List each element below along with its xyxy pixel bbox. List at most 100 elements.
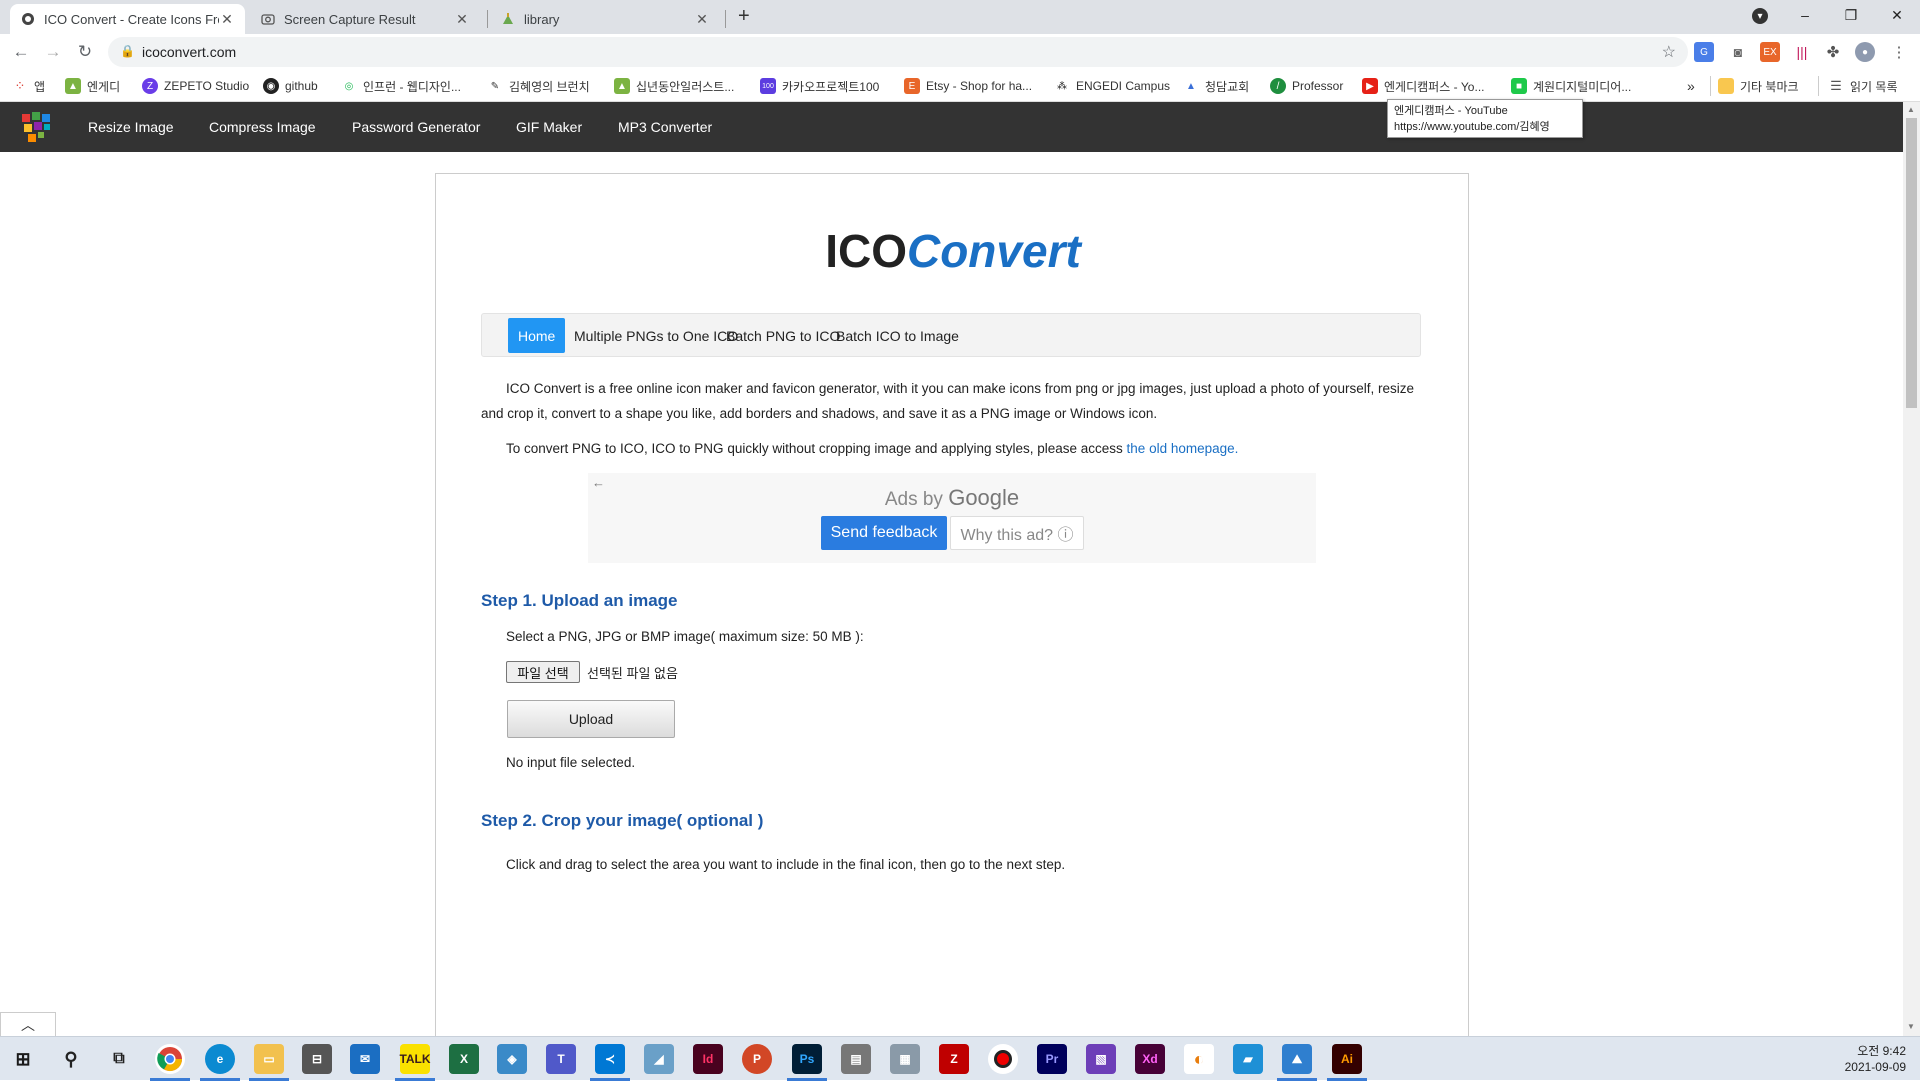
nav-resize-image[interactable]: Resize Image <box>88 119 174 135</box>
blender-icon[interactable]: ◐ <box>1184 1044 1214 1074</box>
nav-gif-maker[interactable]: GIF Maker <box>516 119 582 135</box>
store-icon[interactable]: ⊟ <box>302 1044 332 1074</box>
bookmark-item[interactable]: ▲ 청담교회 <box>1183 76 1249 96</box>
forward-arrow-icon[interactable]: → <box>41 40 65 64</box>
tab-search-icon[interactable]: ▾ <box>1752 8 1768 24</box>
clock-date: 2021-09-09 <box>1844 1060 1906 1074</box>
bookmark-item[interactable]: ⁂ ENGEDI Campus <box>1054 76 1170 96</box>
edge-taskbar-icon[interactable]: e <box>205 1044 235 1074</box>
scroll-up-arrow-icon[interactable]: ▲ <box>1907 105 1915 114</box>
app-icon[interactable]: ◢ <box>644 1044 674 1074</box>
file-explorer-icon[interactable]: ▭ <box>254 1044 284 1074</box>
tab-screen-capture[interactable]: Screen Capture Result ✕ <box>250 4 480 34</box>
search-icon[interactable]: ⚲ <box>56 1044 86 1074</box>
site-logo[interactable] <box>20 110 54 144</box>
app-icon[interactable]: ▤ <box>841 1044 871 1074</box>
old-homepage-link[interactable]: the old homepage. <box>1127 441 1239 456</box>
choose-file-button[interactable]: 파일 선택 <box>506 661 580 683</box>
close-window-button[interactable]: ✕ <box>1874 0 1920 30</box>
mail-icon[interactable]: ✉ <box>350 1044 380 1074</box>
bookmark-label: 카카오프로젝트100 <box>782 79 880 94</box>
xd-icon[interactable]: Xd <box>1135 1044 1165 1074</box>
premiere-icon[interactable]: Pr <box>1037 1044 1067 1074</box>
puzzle-extension-icon[interactable]: ✤ <box>1823 42 1843 62</box>
nav-password-generator[interactable]: Password Generator <box>352 119 480 135</box>
bookmark-item[interactable]: / Professor <box>1270 76 1343 96</box>
restore-button[interactable]: ❐ <box>1828 0 1874 30</box>
nav-compress-image[interactable]: Compress Image <box>209 119 316 135</box>
back-arrow-icon[interactable]: ← <box>9 40 33 64</box>
chevron-up-icon[interactable]: ︿ <box>0 1012 56 1036</box>
indesign-icon[interactable]: Id <box>693 1044 723 1074</box>
bookmark-item[interactable]: ◉ github <box>263 76 318 96</box>
outlook-icon[interactable]: ◈ <box>497 1044 527 1074</box>
bookmark-label: 인프런 - 웹디자인... <box>363 79 461 94</box>
calculator-icon[interactable]: ▦ <box>890 1044 920 1074</box>
bookmark-item[interactable]: 100 카카오프로젝트100 <box>760 76 879 96</box>
windows-start-icon[interactable]: ⊞ <box>8 1044 38 1074</box>
upload-button[interactable]: Upload <box>507 700 675 738</box>
photos-icon[interactable]: ⛰ <box>1282 1044 1312 1074</box>
powerpoint-icon[interactable]: P <box>742 1044 772 1074</box>
reload-icon[interactable]: ↻ <box>73 40 97 64</box>
bookmark-item[interactable]: ✎ 김혜영의 브런치 <box>487 76 590 96</box>
sub-navigation: Home Multiple PNGs to One ICO Batch PNG … <box>481 313 1421 357</box>
profile-avatar[interactable]: ● <box>1855 42 1875 62</box>
teams-icon[interactable]: T <box>546 1044 576 1074</box>
task-view-icon[interactable]: ⧉ <box>104 1044 134 1074</box>
minimize-button[interactable]: – <box>1782 0 1828 30</box>
photoshop-icon[interactable]: Ps <box>792 1044 822 1074</box>
bookmark-item[interactable]: ⁘ 앱 <box>12 76 45 96</box>
tab-batch-ico-to-image[interactable]: Batch ICO to Image <box>826 318 969 353</box>
bookmark-star-icon[interactable]: ☆ <box>1662 42 1676 62</box>
app-icon[interactable]: ▰ <box>1233 1044 1263 1074</box>
kakaotalk-icon[interactable]: TALK <box>399 1044 431 1074</box>
kebab-menu-icon[interactable]: ⋮ <box>1889 42 1909 62</box>
scrollbar-thumb[interactable] <box>1906 118 1917 408</box>
other-bookmarks-folder[interactable]: 기타 북마크 <box>1718 76 1799 96</box>
brand-part-convert: Convert <box>906 225 1081 277</box>
bookmark-item[interactable]: ▲ 엔게디 <box>65 76 120 96</box>
tab-library[interactable]: library ✕ <box>490 4 720 34</box>
bookmark-label: 읽기 목록 <box>1850 79 1898 94</box>
bookmark-tooltip: 엔게디캠퍼스 - YouTube https://www.youtube.com… <box>1387 99 1583 138</box>
bookmark-item[interactable]: ◎ 인프런 - 웹디자인... <box>341 76 461 96</box>
bookmark-label: 김혜영의 브런치 <box>509 79 590 94</box>
ads-by-text: Ads by <box>884 489 943 510</box>
barcode-extension-icon[interactable]: ||| <box>1792 42 1812 62</box>
why-this-ad-button[interactable]: Why this ad? ⓘ <box>950 516 1084 550</box>
system-clock[interactable]: 오전 9:42 2021-09-09 <box>1845 1043 1906 1075</box>
excel-icon[interactable]: X <box>449 1044 479 1074</box>
bookmark-item[interactable]: ■ 계원디지털미디어... <box>1511 76 1631 96</box>
send-feedback-button[interactable]: Send feedback <box>821 516 947 550</box>
page-scrollbar[interactable]: ▲ ▼ <box>1903 102 1920 1036</box>
bookmark-item[interactable]: ▲ 십년동안일러스트... <box>614 76 734 96</box>
camera-icon <box>260 11 276 27</box>
close-tab-icon[interactable]: ✕ <box>694 11 710 28</box>
more-bookmarks-button[interactable]: » <box>1687 76 1695 96</box>
reading-list-button[interactable]: ☰ 읽기 목록 <box>1828 76 1898 96</box>
bookmark-item[interactable]: ▶ 엔게디캠퍼스 - Yo... <box>1362 76 1484 96</box>
nav-mp3-converter[interactable]: MP3 Converter <box>618 119 712 135</box>
chrome-taskbar-icon[interactable] <box>155 1044 185 1074</box>
translate-extension-icon[interactable]: G <box>1694 42 1714 62</box>
vscode-icon[interactable]: ≺ <box>595 1044 625 1074</box>
tab-ico-convert[interactable]: ICO Convert - Create Icons From ✕ <box>10 4 245 34</box>
tab-title: library <box>524 11 560 27</box>
windows-taskbar: ⊞ ⚲ ⧉ e ▭ ⊟ ✉ TALK X ◈ T ≺ ◢ Id P Ps ▤ ▦… <box>0 1036 1920 1081</box>
illustrator-icon[interactable]: Ai <box>1332 1044 1362 1074</box>
close-tab-icon[interactable]: ✕ <box>219 11 235 28</box>
close-tab-icon[interactable]: ✕ <box>454 11 470 28</box>
recorder-icon[interactable] <box>988 1044 1018 1074</box>
address-bar[interactable]: 🔒 icoconvert.com ☆ <box>108 37 1688 67</box>
scroll-down-arrow-icon[interactable]: ▼ <box>1907 1022 1915 1031</box>
bookmark-item[interactable]: E Etsy - Shop for ha... <box>904 76 1032 96</box>
bookmark-label: 계원디지털미디어... <box>1533 79 1632 94</box>
bookmark-item[interactable]: Z ZEPETO Studio <box>142 76 249 96</box>
ex-extension-icon[interactable]: EX <box>1760 42 1780 62</box>
app-icon[interactable]: ▧ <box>1086 1044 1116 1074</box>
camera-extension-icon[interactable]: ◙ <box>1728 42 1748 62</box>
new-tab-button[interactable]: + <box>738 5 750 28</box>
tab-home[interactable]: Home <box>508 318 566 353</box>
filezilla-icon[interactable]: Z <box>939 1044 969 1074</box>
